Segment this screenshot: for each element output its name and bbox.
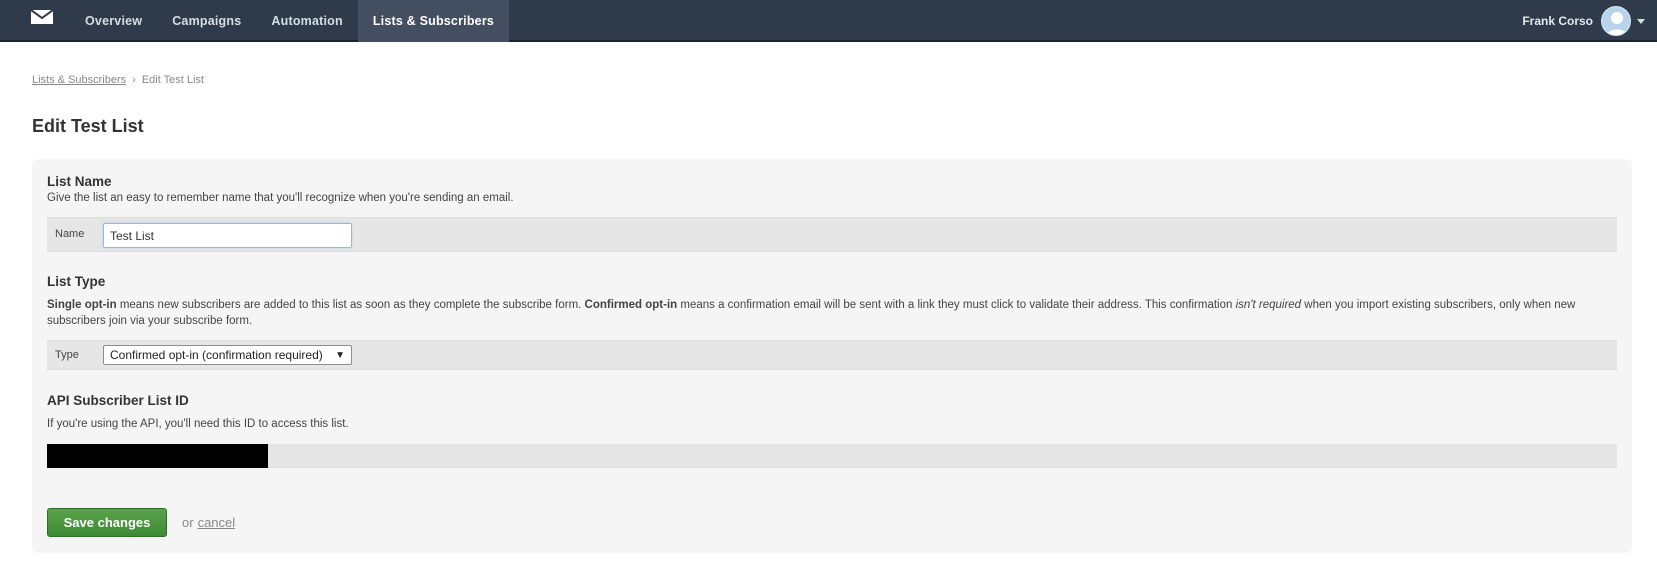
nav-lists-subscribers[interactable]: Lists & Subscribers: [357, 0, 510, 42]
list-type-title: List Type: [47, 274, 106, 289]
list-name-description: Give the list an easy to remember name t…: [47, 192, 514, 204]
list-type-select[interactable]: Confirmed opt-in (confirmation required)…: [103, 345, 352, 365]
or-text: or: [182, 515, 194, 530]
single-opt-in-text: means new subscribers are added to this …: [116, 299, 585, 311]
type-field-row: Type Confirmed opt-in (confirmation requ…: [47, 340, 1617, 370]
cancel-link[interactable]: cancel: [198, 515, 236, 530]
name-field-row: Name: [47, 217, 1617, 252]
confirmed-opt-in-term: Confirmed opt-in: [584, 299, 678, 311]
list-name-input[interactable]: [103, 223, 352, 248]
caret-down-icon[interactable]: [1637, 18, 1645, 24]
breadcrumb-parent-link[interactable]: Lists & Subscribers: [32, 74, 126, 86]
list-type-description: Single opt-in means new subscribers are …: [47, 297, 1619, 329]
api-list-id-title: API Subscriber List ID: [47, 393, 189, 408]
top-navigation-bar: Overview Campaigns Automation Lists & Su…: [0, 0, 1657, 42]
type-field-label: Type: [55, 349, 79, 361]
envelope-icon[interactable]: [31, 10, 53, 24]
user-name[interactable]: Frank Corso: [1522, 14, 1593, 28]
nav-campaigns[interactable]: Campaigns: [157, 0, 256, 42]
breadcrumb-current: Edit Test List: [141, 74, 204, 86]
page-title: Edit Test List: [32, 116, 144, 136]
dropdown-arrow-icon: ▼: [335, 349, 345, 361]
nav-overview[interactable]: Overview: [70, 0, 157, 42]
user-menu[interactable]: Frank Corso: [1522, 0, 1645, 42]
redacted-api-id: [47, 444, 268, 468]
name-field-label: Name: [55, 228, 85, 240]
breadcrumb-separator: ›: [132, 74, 136, 86]
confirmed-opt-in-text: means a confirmation email will be sent …: [677, 299, 1236, 311]
breadcrumb: Lists & Subscribers › Edit Test List: [32, 74, 204, 86]
save-changes-button[interactable]: Save changes: [47, 508, 167, 537]
single-opt-in-term: Single opt-in: [47, 299, 117, 311]
edit-list-panel: List Name Give the list an easy to remem…: [32, 159, 1632, 553]
avatar-silhouette: [1606, 12, 1628, 35]
list-type-selected-value: Confirmed opt-in (confirmation required): [110, 348, 323, 362]
nav-automation[interactable]: Automation: [256, 0, 357, 42]
api-id-row: [47, 444, 1617, 468]
api-list-id-description: If you're using the API, you'll need thi…: [47, 418, 349, 430]
user-avatar-icon[interactable]: [1601, 6, 1631, 36]
not-required-text: isn't required: [1235, 299, 1302, 311]
main-nav: Overview Campaigns Automation Lists & Su…: [70, 0, 510, 42]
list-name-title: List Name: [47, 174, 112, 189]
cancel-area: or cancel: [182, 515, 235, 530]
